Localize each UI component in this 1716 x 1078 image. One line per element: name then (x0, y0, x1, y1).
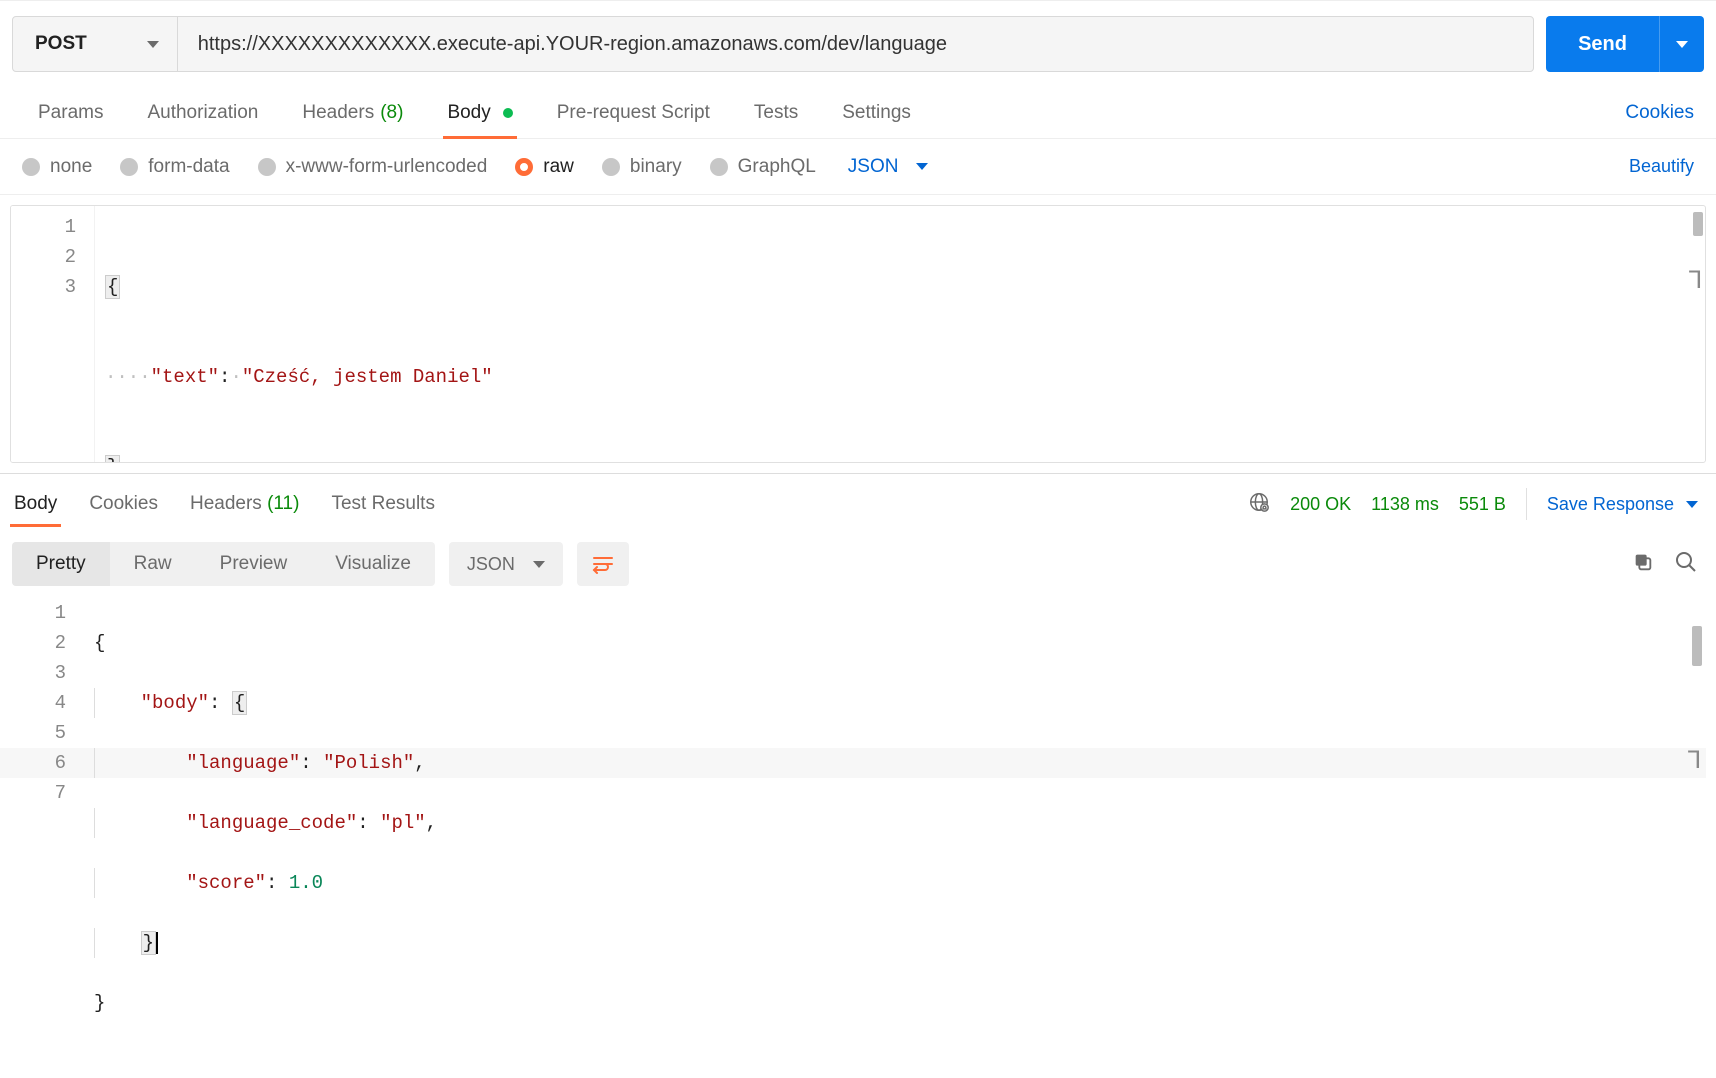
url-input[interactable] (178, 17, 1533, 71)
unsaved-indicator-icon (503, 108, 513, 118)
chevron-down-icon (1686, 501, 1698, 508)
scrollbar-thumb[interactable] (1693, 212, 1703, 236)
line-gutter: 1 2 3 4 5 6 7 (0, 596, 84, 1078)
send-dropdown[interactable] (1660, 16, 1704, 72)
view-pretty[interactable]: Pretty (12, 542, 110, 586)
send-button[interactable]: Send (1546, 16, 1660, 72)
save-response-button[interactable]: Save Response (1547, 494, 1698, 515)
radio-icon (515, 158, 533, 176)
scrollbar-thumb[interactable] (1692, 626, 1702, 666)
cookies-link[interactable]: Cookies (1625, 102, 1700, 124)
text-cursor-icon: Ꞁ (1688, 746, 1704, 772)
response-tabs: Body Cookies Headers (11) Test Results 2… (0, 474, 1716, 532)
body-type-graphql[interactable]: GraphQL (710, 156, 816, 178)
response-tab-test-results[interactable]: Test Results (327, 493, 438, 527)
response-tab-headers[interactable]: Headers (11) (186, 493, 304, 527)
http-method-select[interactable]: POST (13, 17, 178, 71)
code-content: { "body": { "language": "Polish", "langu… (84, 596, 1706, 1078)
radio-icon (22, 158, 40, 176)
search-icon[interactable] (1674, 550, 1698, 579)
copy-icon[interactable] (1632, 551, 1654, 578)
beautify-button[interactable]: Beautify (1629, 156, 1694, 177)
view-mode-group: Pretty Raw Preview Visualize (12, 542, 435, 586)
response-time: 1138 ms (1371, 494, 1439, 515)
body-type-raw[interactable]: raw (515, 156, 574, 178)
code-content: { ····"text":·"Cześć, jestem Daniel" } (95, 206, 1705, 462)
chevron-down-icon (916, 163, 928, 170)
globe-icon[interactable] (1248, 491, 1270, 518)
wrap-lines-button[interactable] (577, 542, 629, 586)
divider (1526, 488, 1527, 520)
tab-headers[interactable]: Headers (8) (280, 87, 425, 138)
body-type-none[interactable]: none (22, 156, 92, 178)
body-type-row: none form-data x-www-form-urlencoded raw… (0, 139, 1716, 195)
radio-icon (602, 158, 620, 176)
response-headers-count: (11) (267, 493, 299, 514)
body-type-x-www-form-urlencoded[interactable]: x-www-form-urlencoded (258, 156, 488, 178)
response-language-select[interactable]: JSON (449, 542, 563, 586)
radio-icon (120, 158, 138, 176)
body-type-binary[interactable]: binary (602, 156, 682, 178)
line-gutter: 1 2 3 (11, 206, 95, 462)
body-language-select[interactable]: JSON (848, 156, 929, 178)
radio-icon (710, 158, 728, 176)
response-size: 551 B (1459, 494, 1506, 515)
radio-icon (258, 158, 276, 176)
view-preview[interactable]: Preview (196, 542, 312, 586)
text-cursor-icon: Ꞁ (1689, 266, 1705, 292)
response-body-editor[interactable]: 1 2 3 4 5 6 7 { "body": { "language": "P… (0, 596, 1706, 1078)
request-tabs: Params Authorization Headers (8) Body Pr… (0, 87, 1716, 139)
response-toolbar: Pretty Raw Preview Visualize JSON (0, 532, 1716, 586)
tab-authorization[interactable]: Authorization (125, 87, 280, 138)
tab-params[interactable]: Params (16, 87, 125, 138)
status: 200 OK (1290, 494, 1351, 515)
response-body-wrap: 1 2 3 4 5 6 7 { "body": { "language": "P… (0, 586, 1716, 1078)
view-raw[interactable]: Raw (110, 542, 196, 586)
tab-settings[interactable]: Settings (820, 87, 933, 138)
body-type-form-data[interactable]: form-data (120, 156, 229, 178)
request-body-editor[interactable]: 1 2 3 { ····"text":·"Cześć, jestem Danie… (10, 205, 1706, 463)
tab-tests[interactable]: Tests (732, 87, 820, 138)
chevron-down-icon (1676, 41, 1688, 48)
chevron-down-icon (147, 41, 159, 48)
send-button-group: Send (1546, 16, 1704, 72)
response-tab-body[interactable]: Body (10, 493, 61, 527)
tab-body[interactable]: Body (425, 87, 534, 138)
response-tab-cookies[interactable]: Cookies (85, 493, 162, 527)
tab-prerequest[interactable]: Pre-request Script (535, 87, 732, 138)
headers-count: (8) (380, 102, 403, 124)
response-meta: 200 OK 1138 ms 551 B Save Response (1248, 488, 1698, 532)
request-body-editor-wrap: 1 2 3 { ····"text":·"Cześć, jestem Danie… (0, 195, 1716, 474)
chevron-down-icon (533, 561, 545, 568)
method-url-group: POST (12, 16, 1534, 72)
request-bar: POST Send (0, 1, 1716, 87)
http-method-label: POST (35, 33, 87, 55)
view-visualize[interactable]: Visualize (311, 542, 435, 586)
